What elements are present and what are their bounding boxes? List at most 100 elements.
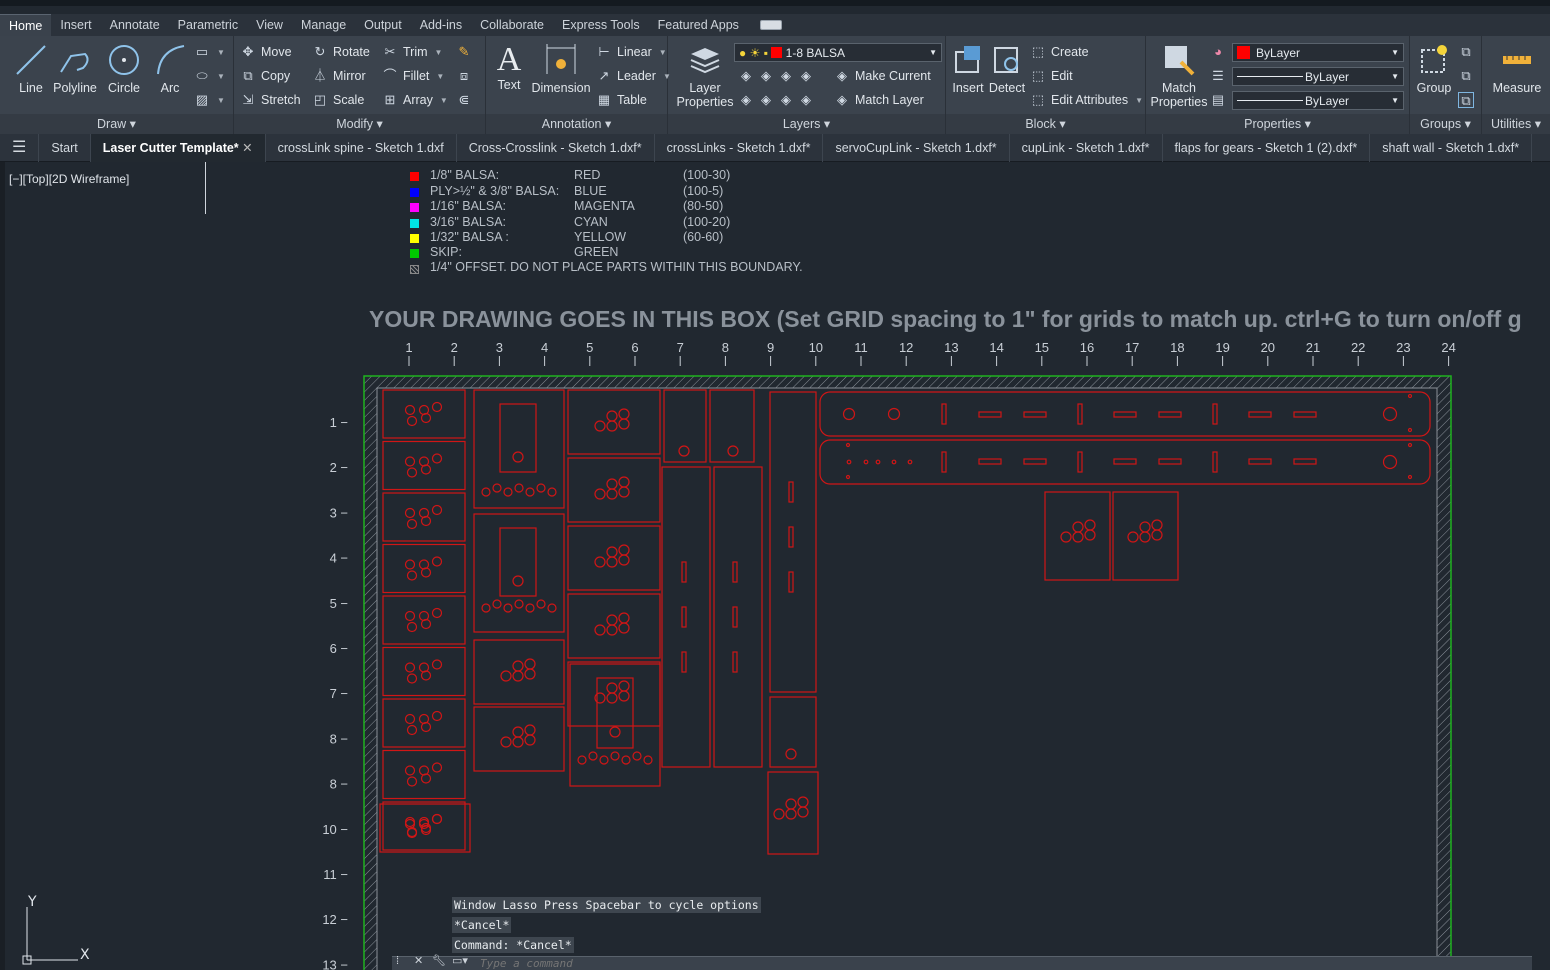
doc-tab-active[interactable]: Laser Cutter Template* ✕ <box>90 133 266 162</box>
arc-button[interactable]: Arc <box>150 42 190 95</box>
make-current-button[interactable]: ◈ Make Current <box>834 66 931 86</box>
tab-parametric[interactable]: Parametric <box>169 14 247 36</box>
layer-unlock-icon[interactable]: ◈ <box>798 92 814 108</box>
x-tick-label: 4 <box>541 340 548 355</box>
erase-button[interactable]: ✎ <box>456 42 472 62</box>
doc-tab[interactable]: Cross-Crosslink - Sketch 1.dxf* <box>457 133 655 162</box>
dimension-button[interactable]: Dimension <box>530 42 592 95</box>
layer-lock-icon[interactable]: ◈ <box>798 68 814 84</box>
doc-tab[interactable]: flaps for gears - Sketch 1 (2).dxf* <box>1163 133 1371 162</box>
edit-block-button[interactable]: ⬚ Edit <box>1030 66 1073 86</box>
insert-button[interactable]: Insert <box>950 42 986 95</box>
block-panel-title[interactable]: Block ▾ <box>946 114 1145 134</box>
tab-manage[interactable]: Manage <box>292 14 355 36</box>
layer-unisolate-icon[interactable]: ◈ <box>738 92 754 108</box>
mirror-button[interactable]: ⏃ Mirror <box>312 66 365 86</box>
tab-view[interactable]: View <box>247 14 292 36</box>
ribbon-tabs: Home Insert Annotate Parametric View Man… <box>0 14 1550 36</box>
tab-featured-apps[interactable]: Featured Apps <box>649 14 748 36</box>
linetype-icon: ▤ <box>1211 92 1225 107</box>
hamburger-menu-icon[interactable]: ☰ <box>0 133 40 162</box>
tab-insert[interactable]: Insert <box>51 14 100 36</box>
doc-tab-start[interactable]: Start <box>39 133 91 162</box>
doc-tab[interactable]: crossLinks - Sketch 1.dxf* <box>655 133 824 162</box>
ungroup-icon[interactable]: ⧉ <box>1458 44 1474 60</box>
tab-collaborate[interactable]: Collaborate <box>471 14 553 36</box>
tab-annotate[interactable]: Annotate <box>101 14 169 36</box>
move-icon: ✥ <box>242 44 254 59</box>
create-block-button[interactable]: ⬚ Create <box>1030 42 1089 62</box>
layers-panel-title[interactable]: Layers ▾ <box>668 114 945 134</box>
ribbon-display-toggle[interactable] <box>759 20 782 30</box>
doc-tab[interactable]: crossLink spine - Sketch 1.dxf <box>266 133 457 162</box>
detect-button[interactable]: Detect <box>986 42 1028 95</box>
annotation-panel-title[interactable]: Annotation ▾ <box>486 114 667 134</box>
doc-tab[interactable]: shaft wall - Sketch 1.dxf* <box>1370 133 1533 162</box>
groups-panel-title[interactable]: Groups ▾ <box>1410 114 1481 134</box>
line-button[interactable]: Line <box>8 42 54 95</box>
edit-attributes-button[interactable]: ⬚ Edit Attributes ▼ <box>1030 90 1143 110</box>
text-button[interactable]: A Text <box>490 42 528 93</box>
table-button[interactable]: ▦ Table <box>596 90 647 110</box>
wrench-icon[interactable]: 🔧︎ <box>432 954 446 967</box>
tab-add-ins[interactable]: Add-ins <box>411 14 471 36</box>
move-button[interactable]: ✥ Move <box>240 42 292 62</box>
command-line[interactable]: ⁞ ✕ 🔧︎ ▭▾ <box>392 954 1532 970</box>
drawing-viewport[interactable]: [−][Top][2D Wireframe] 1/8" BALSA: RED (10… <box>0 162 1550 970</box>
ellipse-button[interactable]: ⬭ ▼ <box>194 66 224 86</box>
explode-button[interactable]: ⧈ <box>456 66 472 86</box>
tab-output[interactable]: Output <box>355 14 411 36</box>
modify-panel-title[interactable]: Modify ▾ <box>234 114 485 134</box>
layer-isolate-icon[interactable]: ◈ <box>738 68 754 84</box>
utilities-panel-title[interactable]: Utilities ▾ <box>1482 114 1550 134</box>
tab-home[interactable]: Home <box>0 14 52 36</box>
leader-button[interactable]: ↗ Leader ▼ <box>596 66 671 86</box>
scale-button[interactable]: ◰ Scale <box>312 90 364 110</box>
polyline-button[interactable]: Polyline <box>50 42 100 95</box>
layer-dropdown[interactable]: ● ☀ ▪ 1-8 BALSA ▼ <box>734 43 942 62</box>
doc-tab[interactable]: servoCupLink - Sketch 1.dxf* <box>823 133 1010 162</box>
stretch-button[interactable]: ⇲ Stretch <box>240 90 301 110</box>
drawing-canvas[interactable]: 1 2 3 4 5 6 7 8 9 10 11 12 13 14 15 16 17 18 19 20 21 22 23 24 … <box>0 162 1550 970</box>
x-tick-label: 6 <box>631 340 638 355</box>
fillet-button[interactable]: ⌒ Fillet ▼ <box>382 66 444 86</box>
color-dropdown[interactable]: ByLayer ▼ <box>1232 43 1404 62</box>
command-input[interactable] <box>480 957 1510 970</box>
hatch-button[interactable]: ▨ ▼ <box>194 90 225 110</box>
grip-icon[interactable]: ⁞ <box>396 955 399 967</box>
y-tick-label: 8 − <box>330 731 348 746</box>
trim-button[interactable]: ✂ Trim ▼ <box>382 42 443 62</box>
layer-thaw-icon[interactable]: ◈ <box>778 92 794 108</box>
command-prompt-icon[interactable]: ▭▾ <box>452 954 468 967</box>
table-icon: ▦ <box>597 92 611 107</box>
rectangle-button[interactable]: ▭ ▼ <box>194 42 225 62</box>
match-layer-button[interactable]: ◈ Match Layer <box>834 90 924 110</box>
group-button[interactable]: Group <box>1414 42 1454 95</box>
array-button[interactable]: ⊞ Array ▼ <box>382 90 448 110</box>
offset-button[interactable]: ⋐ <box>456 90 472 110</box>
group-edit-icon[interactable]: ⧉ <box>1458 68 1474 84</box>
match-properties-button[interactable]: Match Properties <box>1150 42 1208 109</box>
close-icon[interactable]: ✕ <box>414 954 423 967</box>
close-icon[interactable]: ✕ <box>242 141 252 155</box>
measure-button[interactable]: Measure <box>1484 42 1550 95</box>
linear-button[interactable]: ⊢ Linear ▼ <box>596 42 666 62</box>
circle-button[interactable]: Circle <box>103 42 145 95</box>
rotate-button[interactable]: ↻ Rotate <box>312 42 370 62</box>
doc-tab[interactable]: cupLink - Sketch 1.dxf* <box>1010 133 1163 162</box>
layer-off-icon[interactable]: ◈ <box>758 68 774 84</box>
modify-panel: ✥ Move ↻ Rotate ✂ Trim ▼ ⧉ Copy ⏃ Mirror ⌒ Fill… <box>234 36 486 134</box>
x-tick-label: 23 <box>1396 340 1410 355</box>
circle-label: Circle <box>108 81 140 95</box>
copy-button[interactable]: ⧉ Copy <box>240 66 290 86</box>
lineweight-dropdown[interactable]: ByLayer ▼ <box>1232 67 1404 86</box>
mirror-icon: ⏃ <box>313 68 327 83</box>
layer-on-icon[interactable]: ◈ <box>758 92 774 108</box>
layer-freeze-icon[interactable]: ◈ <box>778 68 794 84</box>
linetype-dropdown[interactable]: ByLayer ▼ <box>1232 91 1404 110</box>
properties-panel-title[interactable]: Properties ▾ <box>1146 114 1409 134</box>
draw-panel-title[interactable]: Draw ▾ <box>0 114 233 134</box>
group-selection-icon[interactable]: ⧉ <box>1458 92 1474 108</box>
tab-express-tools[interactable]: Express Tools <box>553 14 649 36</box>
layer-properties-button[interactable]: Layer Properties <box>674 42 736 109</box>
